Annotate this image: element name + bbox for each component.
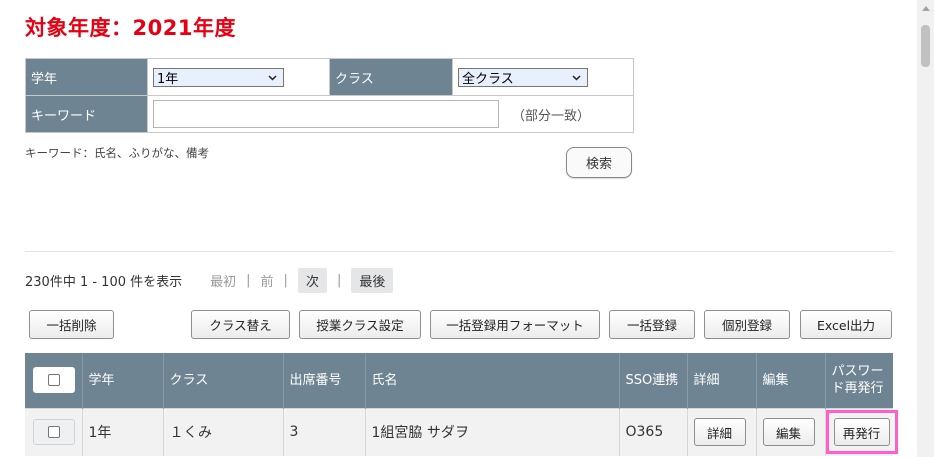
grade-select[interactable]: 1年 bbox=[153, 67, 284, 87]
select-all-checkbox[interactable] bbox=[48, 374, 60, 387]
chevron-down-icon bbox=[572, 70, 581, 85]
grade-label: 学年 bbox=[25, 58, 148, 96]
reissue-button[interactable]: 再発行 bbox=[833, 418, 890, 447]
table-header-row: 学年 クラス 出席番号 氏名 SSO連携 詳細 編集 パスワー ド再発行 bbox=[25, 353, 893, 408]
scroll-up-arrow-icon[interactable] bbox=[917, 0, 934, 17]
chevron-down-icon bbox=[268, 70, 277, 85]
class-select[interactable]: 全クラス bbox=[458, 67, 588, 87]
row-edit-cell: 編集 bbox=[755, 407, 825, 456]
grade-select-value: 1年 bbox=[157, 71, 179, 87]
pager-separator: | bbox=[336, 272, 342, 288]
class-select-value: 全クラス bbox=[462, 71, 514, 87]
col-detail: 詳細 bbox=[686, 353, 756, 408]
row-sso: O365 bbox=[618, 407, 687, 456]
row-detail-cell: 詳細 bbox=[686, 407, 756, 456]
row-reissue-cell: 再発行 bbox=[824, 407, 898, 456]
page-title: 対象年度：2021年度 bbox=[25, 16, 236, 40]
pager-separator: | bbox=[283, 272, 288, 288]
individual-register-button[interactable]: 個別登録 bbox=[704, 310, 790, 339]
row-checkbox[interactable] bbox=[48, 426, 60, 439]
table-row: 1年 １くみ 3 1組宮脇 サダヲ O365 詳細 編集 再発行 bbox=[25, 407, 898, 456]
class-change-button[interactable]: クラス替え bbox=[191, 310, 290, 339]
col-sso: SSO連携 bbox=[618, 353, 687, 408]
student-table: 学年 クラス 出席番号 氏名 SSO連携 詳細 編集 パスワー ド再発行 1年 … bbox=[25, 353, 898, 456]
bulk-delete-button[interactable]: 一括削除 bbox=[29, 310, 114, 339]
excel-export-button[interactable]: Excel出力 bbox=[800, 310, 892, 339]
row-checkbox-wrap[interactable] bbox=[33, 419, 75, 446]
lesson-class-setting-button[interactable]: 授業クラス設定 bbox=[299, 310, 421, 339]
col-attendance-no: 出席番号 bbox=[282, 353, 365, 408]
col-password-reissue-line2: ド再発行 bbox=[831, 381, 884, 397]
filter-form: 学年 1年 クラス 全クラス キーワード （部分一致） bbox=[25, 58, 634, 133]
select-all-cell bbox=[25, 353, 82, 408]
row-class: １くみ bbox=[162, 407, 283, 456]
pagination: 230件中 1 - 100 件を表示 最初 | 前 | 次 | 最後 bbox=[25, 267, 394, 293]
row-select-cell bbox=[25, 407, 82, 456]
pager-last-button[interactable]: 最後 bbox=[351, 267, 394, 293]
col-class: クラス bbox=[162, 353, 283, 408]
keyword-match-note: （部分一致） bbox=[512, 108, 591, 124]
pager-separator: | bbox=[246, 272, 251, 288]
pager-next-button[interactable]: 次 bbox=[297, 267, 327, 293]
edit-button[interactable]: 編集 bbox=[762, 418, 815, 447]
pager-prev: 前 bbox=[260, 274, 274, 290]
scrollbar-thumb[interactable] bbox=[921, 25, 930, 67]
result-count: 230件中 1 - 100 件を表示 bbox=[25, 274, 183, 290]
detail-button[interactable]: 詳細 bbox=[693, 418, 746, 447]
search-button[interactable]: 検索 bbox=[566, 147, 632, 178]
row-name: 1組宮脇 サダヲ bbox=[364, 407, 619, 456]
keyword-label: キーワード bbox=[25, 95, 148, 133]
divider bbox=[25, 251, 893, 252]
col-name: 氏名 bbox=[364, 353, 619, 408]
col-password-reissue-line1: パスワー bbox=[831, 364, 884, 380]
col-edit: 編集 bbox=[755, 353, 825, 408]
col-grade: 学年 bbox=[81, 353, 163, 408]
class-label: クラス bbox=[329, 58, 453, 96]
bulk-register-button[interactable]: 一括登録 bbox=[609, 310, 695, 339]
vertical-scrollbar[interactable] bbox=[917, 0, 934, 457]
reissue-highlight: 再発行 bbox=[825, 410, 898, 455]
keyword-hint: キーワード：氏名、ふりがな、備考 bbox=[25, 146, 209, 160]
select-all-checkbox-wrap[interactable] bbox=[33, 367, 75, 394]
pager-first: 最初 bbox=[210, 274, 237, 290]
row-grade: 1年 bbox=[81, 407, 163, 456]
row-attendance-no: 3 bbox=[282, 407, 365, 456]
col-password-reissue: パスワー ド再発行 bbox=[824, 353, 893, 408]
bulk-format-button[interactable]: 一括登録用フォーマット bbox=[430, 310, 600, 339]
keyword-input[interactable] bbox=[153, 100, 499, 128]
